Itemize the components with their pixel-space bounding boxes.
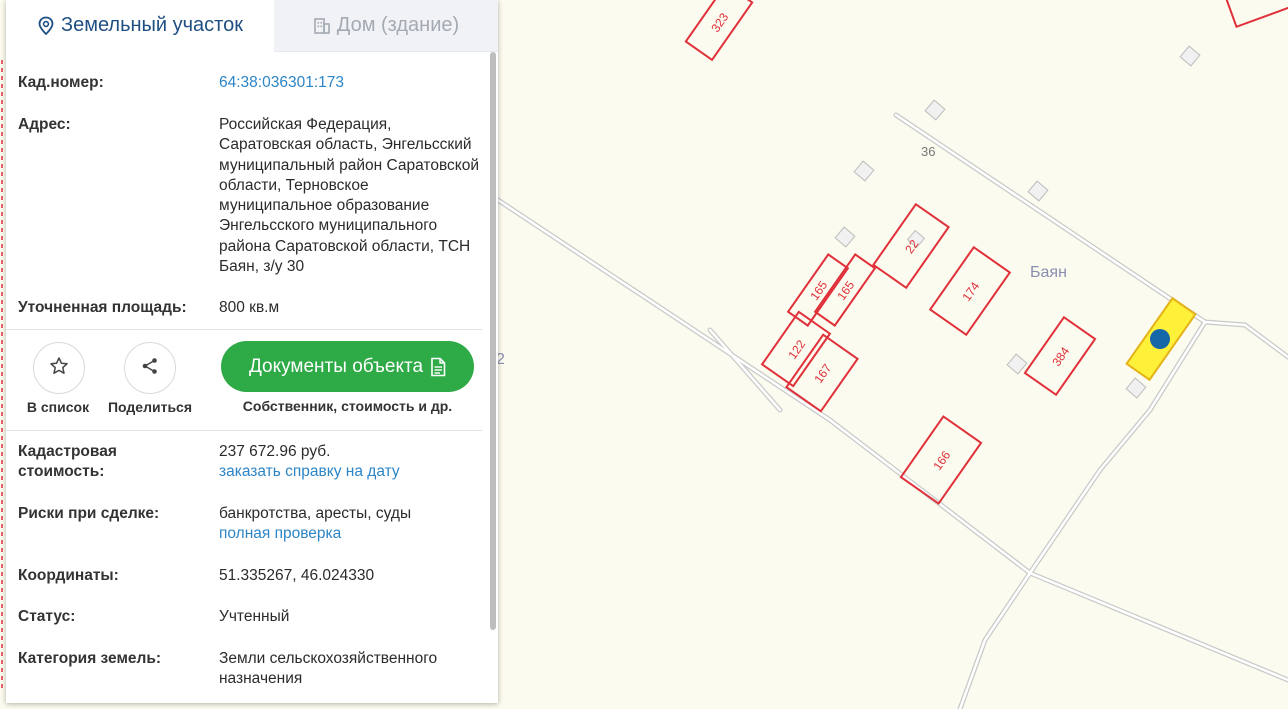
share-icon bbox=[140, 356, 160, 381]
status-value: Учтенный bbox=[219, 608, 290, 625]
coordinates-value: 51.335267, 46.024330 bbox=[219, 567, 375, 584]
share-label[interactable]: Поделиться bbox=[102, 399, 198, 415]
deal-risks-value: банкротства, аресты, суды bbox=[219, 505, 412, 522]
tab-land-plot-label: Земельный участок bbox=[60, 14, 243, 36]
object-documents-label: Документы объекта bbox=[248, 355, 424, 377]
panel-tabs: Земельный участок Дом (здание) bbox=[6, 0, 498, 52]
cadastral-cost-label: Кадастровая стоимость: bbox=[18, 443, 117, 481]
tab-building[interactable]: Дом (здание) bbox=[274, 0, 498, 52]
object-info-panel: Земельный участок Дом (здание) Кад.номер… bbox=[6, 0, 498, 703]
area-value: 800 кв.м bbox=[219, 299, 280, 316]
divider bbox=[6, 329, 482, 330]
coordinates-label: Координаты: bbox=[18, 567, 119, 584]
land-category-value: Земли сельскохозяйственного назначения bbox=[219, 650, 438, 688]
area-label: Уточненная площадь: bbox=[18, 299, 187, 316]
add-to-list-button[interactable] bbox=[33, 342, 85, 394]
building-icon bbox=[313, 17, 331, 35]
status-label: Статус: bbox=[18, 608, 76, 625]
cadastral-cost-value: 237 672.96 руб. bbox=[219, 443, 331, 460]
address-label: Адрес: bbox=[18, 116, 71, 133]
cadastral-number-label: Кад.номер: bbox=[18, 74, 104, 91]
deal-risks-label: Риски при сделке: bbox=[18, 505, 160, 522]
document-icon bbox=[430, 357, 446, 377]
panel-scrollbar[interactable] bbox=[490, 52, 496, 630]
location-pin-icon bbox=[37, 16, 55, 36]
location-marker-icon[interactable] bbox=[1150, 329, 1170, 349]
object-documents-subtitle: Собственник, стоимость и др. bbox=[242, 398, 453, 414]
land-category-label: Категория земель: bbox=[18, 650, 162, 667]
tab-land-plot[interactable]: Земельный участок bbox=[6, 0, 274, 51]
share-button[interactable] bbox=[124, 342, 176, 394]
add-to-list-label[interactable]: В список bbox=[18, 399, 98, 415]
cadastral-number-link[interactable]: 64:38:036301:173 bbox=[219, 73, 481, 93]
address-value: Российская Федерация, Саратовская област… bbox=[219, 116, 479, 276]
object-documents-button[interactable]: Документы объекта bbox=[221, 341, 474, 392]
tab-building-label: Дом (здание) bbox=[336, 14, 460, 36]
place-label: Баян bbox=[1030, 264, 1067, 281]
road-label: 36 bbox=[921, 144, 935, 159]
order-certificate-link[interactable]: заказать справку на дату bbox=[219, 462, 481, 482]
star-icon bbox=[49, 356, 69, 381]
divider bbox=[6, 430, 482, 431]
full-check-link[interactable]: полная проверка bbox=[219, 524, 481, 544]
